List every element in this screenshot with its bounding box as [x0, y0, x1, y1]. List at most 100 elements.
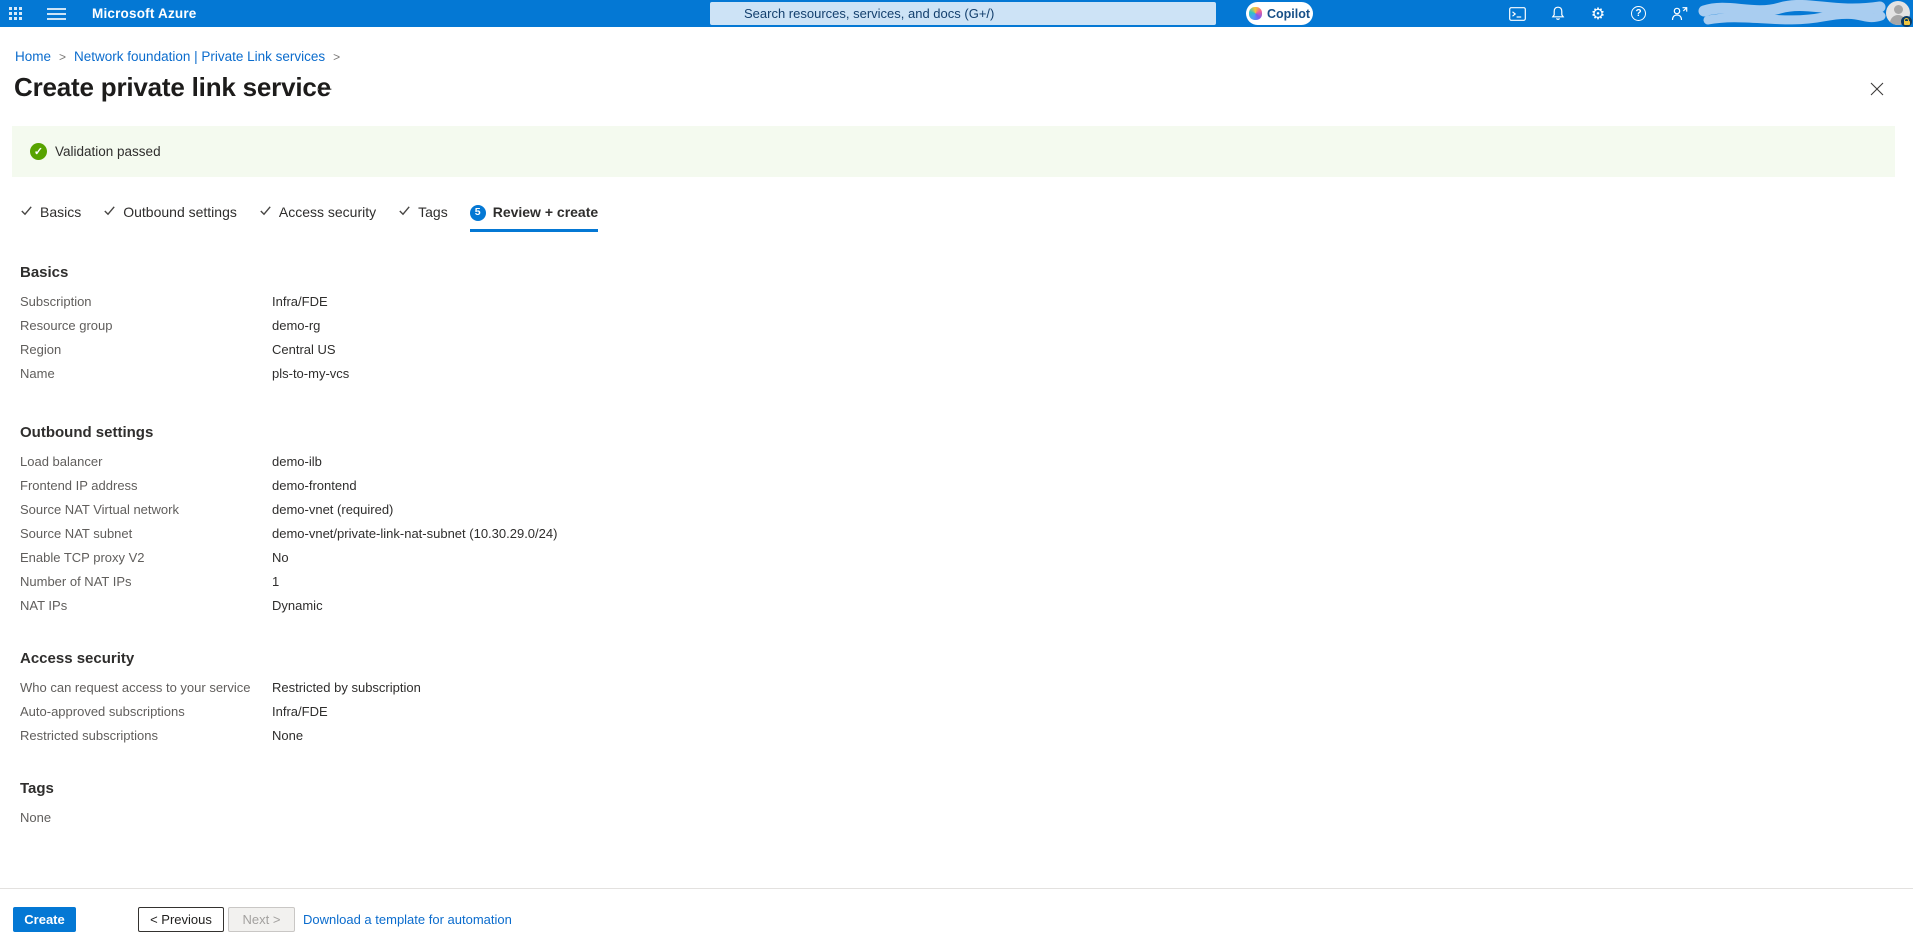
notifications-icon[interactable]: [1547, 3, 1569, 25]
review-row: Auto-approved subscriptionsInfra/FDE: [20, 704, 1120, 728]
topbar-icon-group: ⚙ ?: [1502, 0, 1694, 27]
top-bar: Microsoft Azure Copilot ⚙ ?: [0, 0, 1913, 27]
row-value: demo-rg: [272, 318, 320, 334]
footer-actions: Create < Previous Next > Download a temp…: [13, 907, 512, 932]
row-value: pls-to-my-vcs: [272, 366, 349, 382]
copilot-icon: [1249, 7, 1262, 20]
row-label: Name: [20, 366, 272, 382]
lock-badge-icon: [1901, 16, 1912, 27]
row-label: Subscription: [20, 294, 272, 310]
tab-complete-check-icon: [398, 204, 411, 221]
hamburger-menu-icon[interactable]: [47, 8, 66, 20]
tab-outbound-settings[interactable]: Outbound settings: [103, 204, 237, 232]
review-row: Enable TCP proxy V2No: [20, 550, 1120, 574]
tab-label: Access security: [279, 204, 376, 221]
row-label: Number of NAT IPs: [20, 574, 272, 590]
tab-label: Basics: [40, 204, 81, 221]
row-label: Auto-approved subscriptions: [20, 704, 272, 720]
validation-message: Validation passed: [55, 144, 161, 159]
breadcrumb: Home > Network foundation | Private Link…: [15, 49, 340, 64]
wizard-tabs: Basics Outbound settings Access security Ta…: [20, 204, 598, 232]
next-button: Next >: [228, 907, 295, 932]
row-value: demo-ilb: [272, 454, 322, 470]
row-label: Region: [20, 342, 272, 358]
row-label: Resource group: [20, 318, 272, 334]
search-input[interactable]: [710, 2, 1216, 25]
breadcrumb-private-link-services[interactable]: Network foundation | Private Link servic…: [74, 49, 325, 64]
footer-divider: [0, 888, 1913, 889]
review-row: Namepls-to-my-vcs: [20, 366, 1120, 390]
tab-review-create[interactable]: 5Review + create: [470, 204, 598, 232]
row-value: Infra/FDE: [272, 294, 328, 310]
help-icon[interactable]: ?: [1628, 3, 1650, 25]
review-row: Restricted subscriptionsNone: [20, 728, 1120, 752]
azure-brand[interactable]: Microsoft Azure: [92, 0, 197, 27]
chevron-right-icon: >: [59, 50, 66, 64]
row-value: Infra/FDE: [272, 704, 328, 720]
review-row: Who can request access to your serviceRe…: [20, 680, 1120, 704]
row-value: demo-vnet/private-link-nat-subnet (10.30…: [272, 526, 557, 542]
section-title: Basics: [20, 264, 1120, 281]
row-label: Load balancer: [20, 454, 272, 470]
avatar[interactable]: [1886, 1, 1910, 25]
tab-tags[interactable]: Tags: [398, 204, 448, 232]
copilot-button[interactable]: Copilot: [1246, 2, 1313, 25]
row-label: Source NAT Virtual network: [20, 502, 272, 518]
review-row: Source NAT Virtual networkdemo-vnet (req…: [20, 502, 1120, 526]
review-section-tags: Tags None: [20, 780, 1120, 834]
row-label: Who can request access to your service: [20, 680, 272, 696]
tab-access-security[interactable]: Access security: [259, 204, 376, 232]
row-label: Restricted subscriptions: [20, 728, 272, 744]
chevron-right-icon: >: [333, 50, 340, 64]
success-check-icon: ✓: [30, 143, 47, 160]
row-label: Enable TCP proxy V2: [20, 550, 272, 566]
row-label: Frontend IP address: [20, 478, 272, 494]
more-options-icon[interactable]: ···: [316, 80, 335, 96]
review-section-access-security: Access security Who can request access to…: [20, 650, 1120, 752]
close-icon[interactable]: [1866, 78, 1888, 100]
row-label: Source NAT subnet: [20, 526, 272, 542]
section-title: Outbound settings: [20, 424, 1120, 441]
review-row: NAT IPsDynamic: [20, 598, 1120, 622]
app-launcher-icon[interactable]: [9, 7, 24, 20]
row-value: Dynamic: [272, 598, 323, 614]
review-row: Load balancerdemo-ilb: [20, 454, 1120, 478]
cloud-shell-icon[interactable]: [1506, 3, 1528, 25]
tab-basics[interactable]: Basics: [20, 204, 81, 232]
row-value: demo-vnet (required): [272, 502, 393, 518]
validation-banner: ✓ Validation passed: [12, 126, 1895, 177]
tab-label: Outbound settings: [123, 204, 237, 221]
review-row: Frontend IP addressdemo-frontend: [20, 478, 1120, 502]
tab-complete-check-icon: [20, 204, 33, 221]
download-template-link[interactable]: Download a template for automation: [303, 912, 512, 927]
row-value: Central US: [272, 342, 336, 358]
review-row: RegionCentral US: [20, 342, 1120, 366]
section-title: Tags: [20, 780, 1120, 797]
account-name-redaction: [1698, 0, 1886, 27]
review-row: Source NAT subnetdemo-vnet/private-link-…: [20, 526, 1120, 550]
row-value: No: [272, 550, 289, 566]
create-button[interactable]: Create: [13, 907, 76, 932]
row-value: None: [272, 728, 303, 744]
section-title: Access security: [20, 650, 1120, 667]
breadcrumb-home[interactable]: Home: [15, 49, 51, 64]
row-value: demo-frontend: [272, 478, 357, 494]
review-content: BasicsSubscriptionInfra/FDEResource grou…: [20, 264, 1120, 834]
section-empty-text: None: [20, 810, 1120, 834]
settings-icon[interactable]: ⚙: [1587, 3, 1609, 25]
review-row: Resource groupdemo-rg: [20, 318, 1120, 342]
tab-complete-check-icon: [103, 204, 116, 221]
review-row: Number of NAT IPs1: [20, 574, 1120, 598]
row-value: 1: [272, 574, 279, 590]
feedback-icon[interactable]: [1668, 3, 1690, 25]
tab-complete-check-icon: [259, 204, 272, 221]
tab-step-badge: 5: [470, 205, 486, 221]
review-row: SubscriptionInfra/FDE: [20, 294, 1120, 318]
avatar-head: [1894, 5, 1903, 14]
review-section-basics: BasicsSubscriptionInfra/FDEResource grou…: [20, 264, 1120, 390]
row-value: Restricted by subscription: [272, 680, 421, 696]
tab-label: Tags: [418, 204, 448, 221]
previous-button[interactable]: < Previous: [138, 907, 224, 932]
review-section-outbound-settings: Outbound settingsLoad balancerdemo-ilbFr…: [20, 424, 1120, 622]
copilot-label: Copilot: [1267, 7, 1310, 21]
